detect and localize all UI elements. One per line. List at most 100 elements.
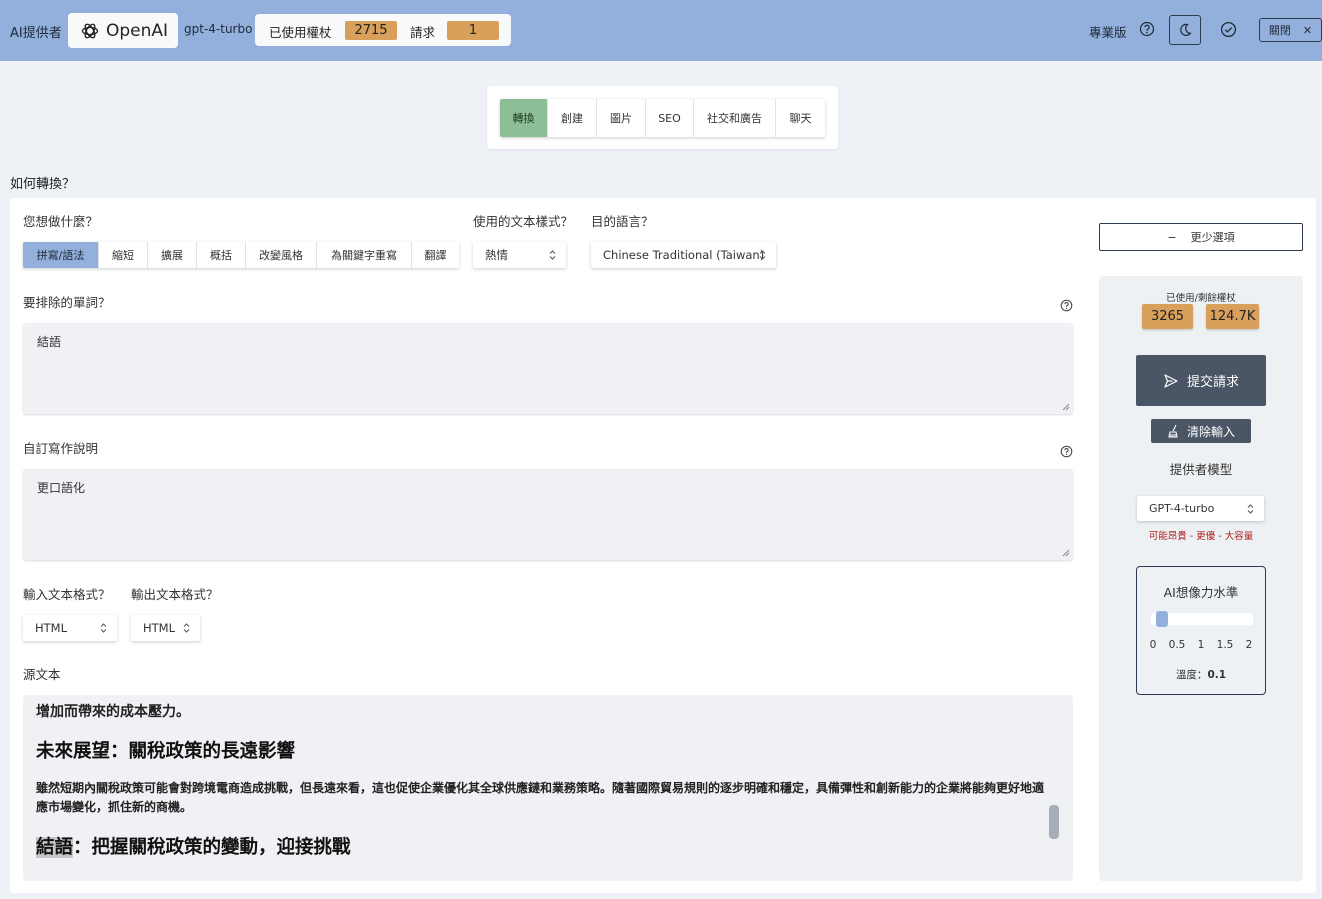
action-selector: 拼寫/語法 縮短 擴展 概括 改變風格 為關鍵字重寫 翻譯 — [23, 242, 459, 268]
imagination-level-box: AI想像力水準 0 0.5 1 1.5 2 溫度：0.1 — [1136, 566, 1266, 695]
close-label: 關閉 — [1268, 24, 1291, 37]
tab-chat[interactable]: 聊天 — [776, 99, 825, 137]
provider-label: AI提供者 — [10, 26, 62, 41]
used-tokens-badge: 2715 — [345, 21, 397, 40]
provider-model-select[interactable]: GPT-4-turbo — [1137, 496, 1264, 521]
language-select[interactable]: Chinese Traditional (Taiwan) — [591, 242, 776, 268]
temperature-value: 0.1 — [1207, 669, 1227, 681]
help-icon[interactable] — [1139, 21, 1155, 37]
tab-seo[interactable]: SEO — [646, 99, 694, 137]
tokens-caption: 已使用/剩餘權杖 — [1166, 293, 1236, 304]
close-icon: ✕ — [1302, 23, 1313, 37]
slider-tick-2: 1 — [1197, 639, 1205, 651]
used-tokens-label: 已使用權杖 — [269, 25, 332, 40]
action-option-change-style[interactable]: 改變風格 — [246, 242, 317, 268]
less-options-button[interactable]: − 更少選項 — [1099, 223, 1303, 251]
input-format-value: HTML — [35, 621, 68, 635]
updown-chevron-icon — [1247, 504, 1254, 514]
exclude-label: 要排除的單詞？ — [23, 295, 111, 310]
provider-model-caption: 提供者模型 — [1169, 462, 1233, 477]
requests-badge: 1 — [447, 21, 499, 40]
submit-request-button[interactable]: 提交請求 — [1136, 355, 1266, 406]
style-value: 熱情 — [485, 248, 508, 262]
custom-instructions-value: 更口語化 — [37, 481, 86, 495]
custom-instructions-input[interactable]: 更口語化 — [23, 469, 1073, 560]
exclude-words-value: 結語 — [37, 335, 62, 349]
tab-social-ads[interactable]: 社交和廣告 — [694, 99, 776, 137]
clear-input-button[interactable]: 清除輸入 — [1151, 419, 1251, 443]
temperature-label: 溫度： — [1175, 669, 1208, 681]
help-icon[interactable] — [1060, 445, 1073, 458]
moon-icon — [1180, 23, 1192, 36]
excluded-word-highlight: 結語 — [36, 837, 74, 858]
resize-handle-icon[interactable] — [1062, 549, 1070, 557]
slider-tick-3: 1.5 — [1216, 639, 1234, 651]
custom-instructions-label: 自訂寫作說明 — [23, 441, 99, 456]
input-format-select[interactable]: HTML — [23, 615, 117, 641]
action-option-shorten[interactable]: 縮短 — [99, 242, 148, 268]
language-label: 目的語言？ — [591, 214, 654, 229]
temperature-readout: 溫度：0.1 — [1137, 667, 1265, 682]
plan-label: 專業版 — [1089, 25, 1127, 40]
minus-icon: − — [1167, 230, 1177, 244]
slider-tick-0: 0 — [1149, 639, 1157, 651]
requests-label: 請求 — [410, 25, 436, 40]
side-panel: 已使用/剩餘權杖 3265 124.7K 提交請求 清除輸入 提供者模型 GPT… — [1099, 276, 1303, 881]
slider-tick-4: 2 — [1245, 639, 1253, 651]
mode-tabs-card: 轉換 創建 圖片 SEO 社交和廣告 聊天 — [487, 86, 838, 149]
clear-label: 清除輸入 — [1186, 424, 1235, 439]
style-select[interactable]: 熱情 — [473, 242, 566, 268]
output-format-value: HTML — [143, 621, 176, 635]
source-text-label: 源文本 — [23, 667, 61, 682]
used-tokens-side-badge: 3265 — [1142, 304, 1193, 329]
provider-model-value: GPT-4-turbo — [1149, 502, 1215, 515]
output-format-select[interactable]: HTML — [131, 615, 200, 641]
source-heading-future: 未來展望：關稅政策的長遠影響 — [36, 741, 296, 762]
section-title: 如何轉換？ — [10, 177, 76, 192]
action-option-summarize[interactable]: 概括 — [197, 242, 246, 268]
openai-logo-icon — [81, 23, 99, 38]
updown-chevron-icon — [183, 623, 190, 633]
language-value: Chinese Traditional (Taiwan) — [603, 248, 765, 262]
help-icon[interactable] — [1060, 299, 1073, 312]
updown-chevron-icon — [549, 250, 556, 260]
style-label: 使用的文本樣式？ — [473, 214, 574, 229]
send-icon — [1164, 373, 1178, 388]
action-option-translate[interactable]: 翻譯 — [412, 242, 459, 268]
close-button[interactable]: 關閉 ✕ — [1259, 18, 1322, 42]
imagination-title: AI想像力水準 — [1163, 585, 1239, 600]
model-label: gpt-4-turbo — [184, 22, 253, 36]
source-scrollbar[interactable] — [1049, 805, 1059, 839]
remaining-tokens-badge: 124.7K — [1206, 304, 1259, 329]
top-bar: AI提供者 OpenAI gpt-4-turbo 已使用權杖 2715 請求 1… — [0, 0, 1322, 61]
source-heading-conclusion-text: ：把握關稅政策的變動，迎接挑戰 — [73, 837, 351, 858]
imagination-slider-track[interactable] — [1151, 611, 1253, 627]
tab-create[interactable]: 創建 — [548, 99, 597, 137]
output-format-label: 輸出文本格式？ — [131, 587, 219, 602]
action-option-expand[interactable]: 擴展 — [148, 242, 197, 268]
imagination-slider-thumb[interactable] — [1155, 611, 1168, 627]
mode-tabs: 轉換 創建 圖片 SEO 社交和廣告 聊天 — [500, 99, 825, 137]
tab-convert[interactable]: 轉換 — [500, 99, 548, 137]
action-option-keyword-rewrite[interactable]: 為關鍵字重寫 — [317, 242, 412, 268]
model-warning-note: 可能昂貴 - 更優 - 大容量 — [1148, 531, 1254, 542]
usage-summary: 已使用權杖 2715 請求 1 — [255, 14, 511, 46]
updown-chevron-icon — [100, 623, 107, 633]
input-format-label: 輸入文本格式？ — [23, 587, 111, 602]
submit-label: 提交請求 — [1186, 375, 1239, 390]
tab-image[interactable]: 圖片 — [597, 99, 646, 137]
source-text-editor[interactable]: 增加而帶來的成本壓力。 未來展望：關稅政策的長遠影響 雖然短期內關稅政策可能會對… — [23, 695, 1073, 881]
provider-name: OpenAI — [106, 20, 169, 41]
updown-chevron-icon — [759, 250, 766, 260]
exclude-words-input[interactable]: 結語 — [23, 323, 1073, 414]
resize-handle-icon[interactable] — [1062, 403, 1070, 411]
broom-icon — [1168, 424, 1178, 438]
source-heading-conclusion: 結語：把握關稅政策的變動，迎接挑戰 — [36, 833, 351, 859]
dark-mode-button[interactable] — [1169, 15, 1201, 45]
less-options-label: 更少選項 — [1190, 231, 1235, 244]
check-circle-icon[interactable] — [1220, 21, 1237, 38]
source-cut-line: 增加而帶來的成本壓力。 — [36, 704, 190, 720]
provider-selector[interactable]: OpenAI — [68, 13, 178, 48]
action-label: 您想做什麼？ — [23, 214, 99, 229]
action-option-spelling[interactable]: 拼寫/語法 — [23, 242, 99, 268]
